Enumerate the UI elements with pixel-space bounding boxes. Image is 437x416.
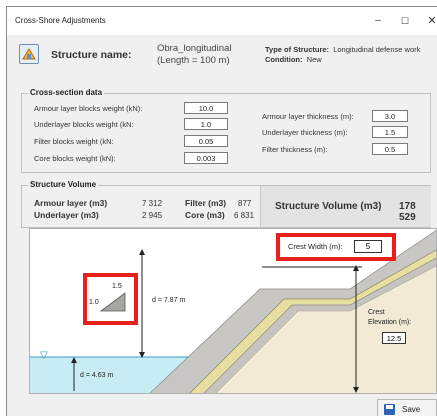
crest-elevation-arrow-top — [353, 265, 359, 271]
filter-weight-label: Filter blocks weight (kN: — [34, 137, 114, 146]
structure-type-value: Longitudinal defense work — [333, 45, 421, 54]
maximize-button[interactable]: ☐ — [390, 11, 420, 31]
filter-weight-input[interactable] — [184, 135, 228, 147]
core-volume-value: 6 831 — [234, 211, 255, 220]
armour-weight-input[interactable] — [184, 102, 228, 114]
cross-section-group: Cross-section data Armour layer blocks w… — [21, 88, 431, 173]
structure-type-info: Type of Structure: Longitudinal defense … — [265, 45, 420, 65]
armour-volume-label: Armour layer (m3) — [34, 198, 108, 208]
crest-elevation-input[interactable] — [382, 332, 406, 344]
filter-volume-value: 877 — [238, 199, 252, 208]
cross-section-title: Cross-section data — [28, 88, 105, 97]
total-volume-panel: Structure Volume (m3) 178 529 — [260, 186, 431, 227]
minimize-button[interactable]: – — [363, 11, 393, 31]
slope-highlight: 1.5 1.0 — [83, 273, 138, 325]
underlayer-thickness-label: Underlayer thickness (m): — [262, 128, 348, 137]
crest-width-highlight: Crest Width (m): — [276, 233, 396, 261]
crest-label: Crest — [368, 309, 385, 316]
underlayer-volume-value: 2 945 — [142, 211, 163, 220]
core-volume-label: Core (m3) — [185, 210, 225, 220]
cross-section-diagram: Crest Width (m): 1.5 1.0 d = 7.87 m ▽ d … — [29, 228, 437, 394]
slope-vertical-label: 1.5 — [112, 283, 122, 290]
cross-shore-window: Cross-Shore Adjustments – ☐ ✕ Structure … — [6, 6, 437, 416]
filter-thickness-label: Filter thickness (m): — [262, 145, 328, 154]
structure-header: Structure name: Obra_longitudinal (Lengt… — [7, 35, 437, 79]
underlayer-weight-label: Underlayer blocks weight (kN: — [34, 120, 134, 129]
structure-name-text: Obra_longitudinal — [157, 43, 232, 54]
underlayer-weight-input[interactable] — [184, 118, 228, 130]
save-button[interactable]: Save — [377, 399, 437, 416]
condition-value: New — [306, 55, 322, 64]
structure-length-text: (Length = 100 m) — [157, 55, 230, 66]
structure-type-label: Type of Structure: — [265, 45, 330, 54]
condition-label: Condition: — [265, 55, 303, 64]
armour-volume-value: 7 312 — [142, 199, 163, 208]
armour-weight-label: Armour layer blocks weight (kN): — [34, 104, 143, 113]
armour-thickness-label: Armour layer thickness (m): — [262, 112, 354, 121]
total-volume-label: Structure Volume (m3) — [275, 201, 382, 212]
filter-volume-label: Filter (m3) — [185, 198, 227, 208]
structure-name-label: Structure name: — [51, 49, 132, 61]
structure-height-label: d = 7.87 m — [152, 297, 186, 304]
crest-width-input[interactable] — [354, 240, 382, 253]
water-depth-label: d = 4.63 m — [80, 372, 114, 379]
slope-horizontal-label: 1.0 — [89, 299, 99, 306]
underlayer-volume-label: Underlayer (m3) — [34, 210, 99, 220]
core-weight-label: Core blocks weight (kN): — [34, 154, 116, 163]
filter-thickness-input[interactable] — [372, 143, 408, 155]
underlayer-thickness-input[interactable] — [372, 126, 408, 138]
save-button-label: Save — [402, 405, 421, 414]
total-volume-value: 178 529 — [399, 201, 416, 223]
armour-thickness-input[interactable] — [372, 110, 408, 122]
core-weight-input[interactable] — [184, 152, 228, 164]
water-level-icon: ▽ — [40, 350, 48, 361]
floppy-disk-icon — [384, 404, 395, 415]
height-arrow-top — [139, 249, 145, 255]
structure-volume-group: Structure Volume Armour layer (m3) 7 312… — [21, 180, 431, 228]
structure-name-value: Obra_longitudinal (Length = 100 m) — [157, 43, 231, 67]
close-button[interactable]: ✕ — [417, 11, 437, 31]
title-bar: Cross-Shore Adjustments – ☐ ✕ — [7, 7, 437, 35]
crest-width-label: Crest Width (m): — [288, 242, 343, 251]
elevation-label: Elevation (m): — [368, 319, 412, 326]
window-title: Cross-Shore Adjustments — [15, 16, 106, 25]
structure-volume-title: Structure Volume — [28, 180, 99, 189]
structure-app-icon — [19, 44, 39, 64]
